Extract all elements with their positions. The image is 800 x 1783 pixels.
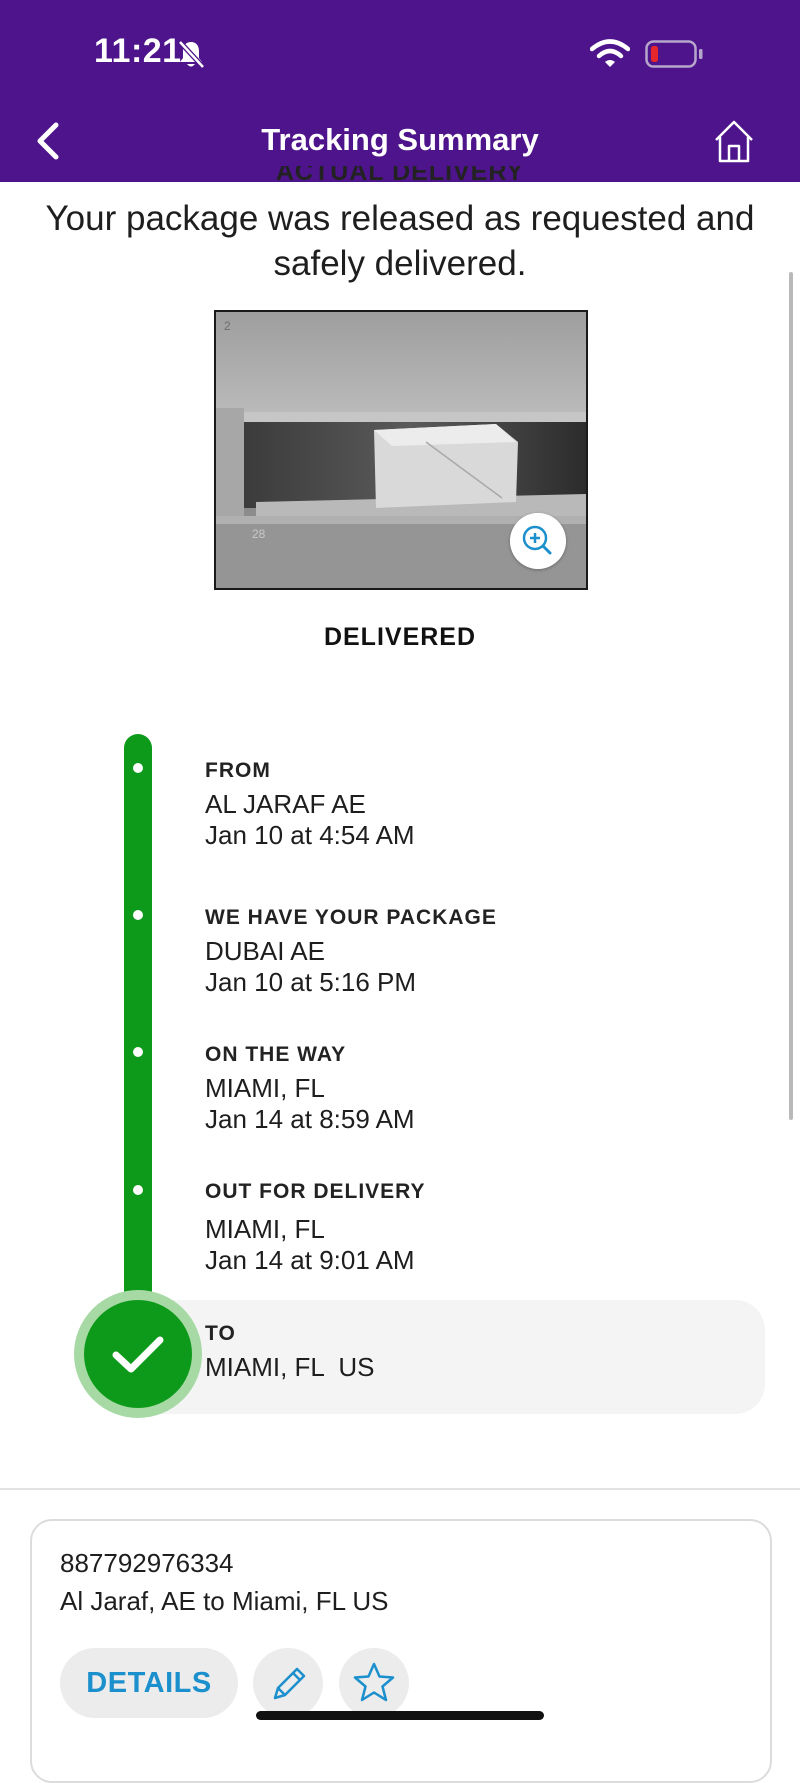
event-time: Jan 10 at 4:54 AM (205, 820, 415, 850)
zoom-in-icon[interactable] (510, 513, 566, 569)
page-title: Tracking Summary (261, 122, 539, 157)
status-label: DELIVERED (323, 623, 477, 651)
event-time: Jan 10 at 5:16 PM (205, 967, 417, 997)
timeline-event-from: FROM AL JARAF AE Jan 10 at 4:54 AM (205, 753, 415, 851)
event-title: FROM (205, 759, 271, 782)
event-location: MIAMI, FL (205, 1214, 325, 1244)
event-location: MIAMI, FL US (205, 1352, 375, 1382)
timeline-dot (133, 763, 143, 773)
section-divider (0, 1488, 800, 1490)
event-time: Jan 14 at 9:01 AM (205, 1245, 415, 1275)
event-title: WE HAVE YOUR PACKAGE (205, 906, 497, 929)
event-title: TO (205, 1322, 236, 1345)
edit-button[interactable] (253, 1648, 323, 1718)
timeline-event-picked-up: WE HAVE YOUR PACKAGE DUBAI AE Jan 10 at … (205, 900, 497, 998)
event-location: DUBAI AE (205, 936, 325, 966)
status-time: 11:21 (94, 32, 182, 70)
pencil-icon (273, 1667, 306, 1700)
timeline-event-on-the-way: ON THE WAY MIAMI, FL Jan 14 at 8:59 AM (205, 1037, 415, 1135)
check-icon (112, 1336, 164, 1373)
app-header: 11:21 Tracking Summary (0, 0, 800, 182)
timeline-event-to: TO MIAMI, FL US (205, 1316, 375, 1383)
home-icon[interactable] (712, 118, 756, 164)
timeline-dot (133, 910, 143, 920)
star-icon (353, 1662, 395, 1702)
event-time: Jan 14 at 8:59 AM (205, 1104, 415, 1134)
details-button[interactable]: DETAILS (60, 1648, 238, 1718)
event-location: AL JARAF AE (205, 789, 366, 819)
bell-slash-icon (178, 40, 205, 69)
event-location: MIAMI, FL (205, 1073, 325, 1103)
battery-low-icon (645, 40, 703, 68)
shipment-route: Al Jaraf, AE to Miami, FL US (60, 1586, 389, 1616)
locker-number-bottom: 28 (252, 527, 266, 541)
delivery-message: Your package was released as requested a… (45, 199, 755, 283)
scrollbar[interactable] (789, 272, 793, 1120)
timeline-dot (133, 1185, 143, 1195)
event-title: ON THE WAY (205, 1043, 347, 1066)
tracking-number: 887792976334 (60, 1548, 234, 1578)
event-title: OUT FOR DELIVERY (205, 1180, 426, 1203)
favorite-button[interactable] (339, 1648, 409, 1718)
timeline-event-out-for-delivery: OUT FOR DELIVERY MIAMI, FL Jan 14 at 9:0… (205, 1174, 426, 1276)
locker-number-top: 2 (224, 319, 231, 333)
home-indicator[interactable] (256, 1711, 544, 1720)
timeline-dot (133, 1047, 143, 1057)
wifi-icon (590, 39, 630, 67)
partial-heading: ACTUAL DELIVERY (275, 166, 525, 182)
